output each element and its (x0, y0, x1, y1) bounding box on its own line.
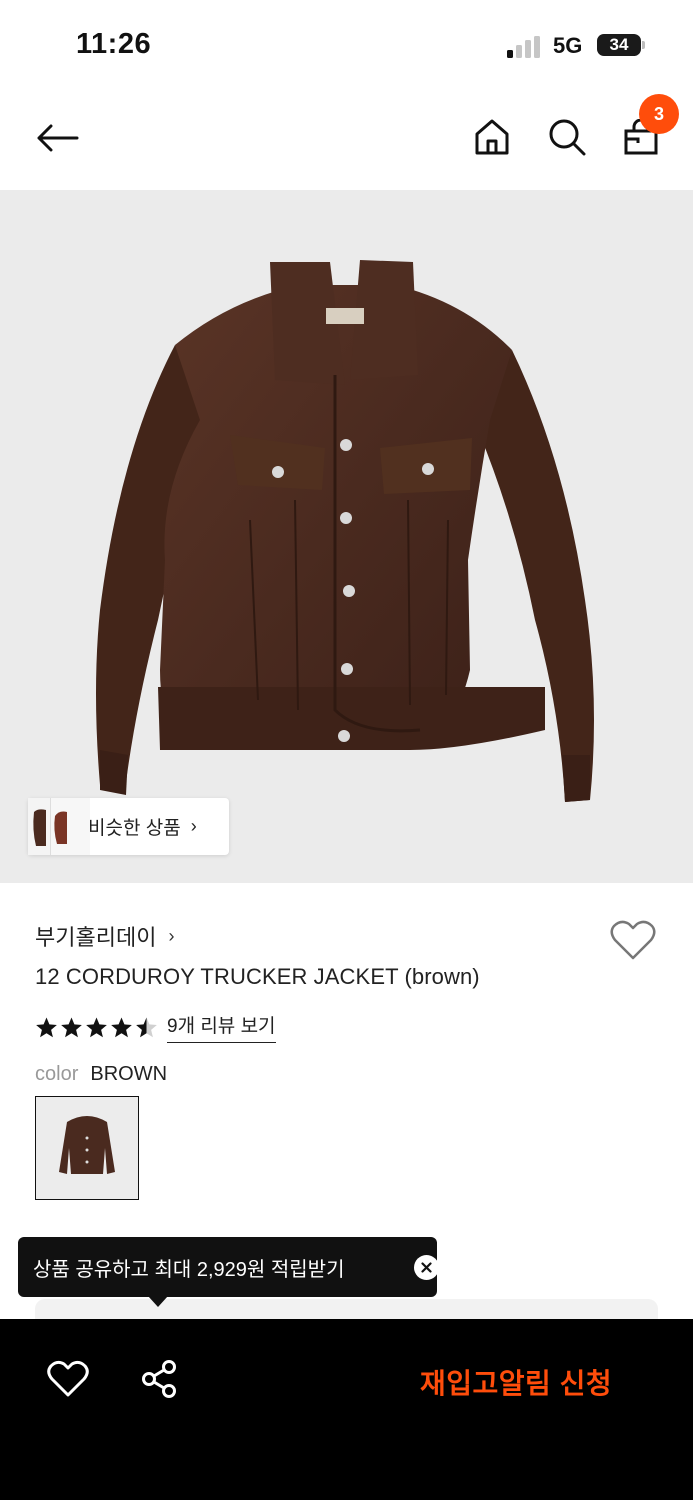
back-button[interactable] (30, 114, 84, 162)
top-nav (0, 92, 693, 190)
star-full-icon (61, 1016, 82, 1037)
chevron-right-icon: › (168, 925, 175, 946)
heart-icon[interactable] (609, 917, 657, 963)
tooltip-text: 상품 공유하고 최대 2,929원 적립받기 (33, 1258, 345, 1281)
similar-products-button[interactable]: 비슷한 상품 › (28, 798, 229, 855)
status-bar: 11:26 5G 34 (0, 0, 693, 92)
star-full-icon (111, 1016, 132, 1037)
color-row: color BROWN (35, 1063, 167, 1086)
cart-count-badge: 3 (639, 94, 679, 134)
star-half-icon (136, 1016, 157, 1037)
status-time: 11:26 (76, 28, 152, 60)
wishlist-heart-icon[interactable] (46, 1359, 90, 1399)
back-arrow-icon (37, 124, 79, 152)
signal-icon (507, 36, 540, 58)
rating-stars (35, 1016, 158, 1039)
similar-thumbnail (50, 798, 90, 855)
brand-name: 부기홀리데이 (35, 925, 157, 950)
rating-row: 9개 리뷰 보기 (35, 1011, 276, 1043)
home-icon (475, 119, 509, 155)
star-full-icon (36, 1016, 57, 1037)
battery-nub (642, 41, 645, 49)
jacket-image (96, 260, 594, 802)
jacket-thumbnail-icon (54, 811, 67, 844)
color-swatch-brown[interactable] (35, 1096, 139, 1200)
battery-icon: 34 (597, 34, 641, 56)
close-icon (421, 1262, 432, 1273)
restock-alert-button[interactable]: 재입고알림 신청 (420, 1362, 612, 1402)
jacket-swatch-image (59, 1116, 115, 1174)
product-title: 12 CORDUROY TRUCKER JACKET (brown) (35, 964, 480, 989)
search-icon (549, 119, 586, 156)
share-icon[interactable] (139, 1359, 179, 1399)
battery-level: 34 (609, 35, 629, 54)
product-image[interactable] (0, 190, 693, 883)
search-button[interactable] (543, 112, 591, 162)
tooltip-tail (148, 1296, 168, 1307)
color-label: color (35, 1063, 79, 1085)
brand-link[interactable]: 부기홀리데이 › (35, 920, 174, 952)
share-reward-tooltip: 상품 공유하고 최대 2,929원 적립받기 (18, 1237, 439, 1297)
review-link[interactable]: 9개 리뷰 보기 (167, 1011, 276, 1043)
network-label: 5G (553, 33, 583, 58)
similar-products-label: 비슷한 상품 (88, 818, 181, 839)
tooltip-close-button[interactable] (414, 1255, 439, 1280)
bottom-action-bar: 재입고알림 신청 (0, 1319, 693, 1500)
home-button[interactable] (468, 112, 516, 162)
color-value: BROWN (90, 1063, 168, 1085)
star-full-icon (86, 1016, 107, 1037)
chevron-right-icon: › (190, 816, 197, 836)
similar-thumbnails (28, 798, 90, 855)
